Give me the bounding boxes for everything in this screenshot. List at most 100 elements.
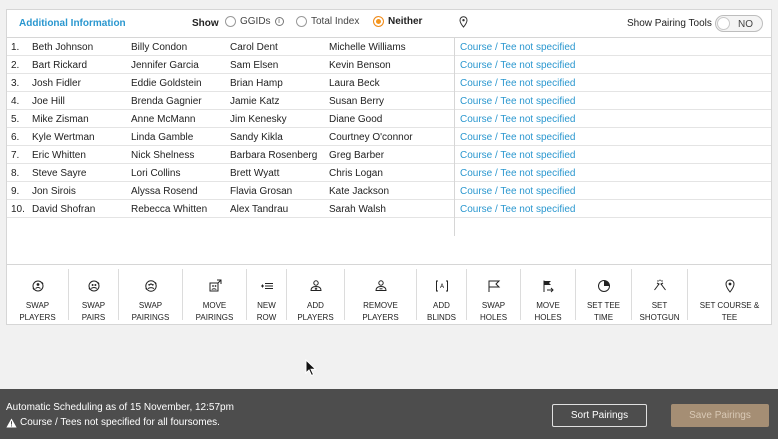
course-tee-link[interactable]: Course / Tee not specified (460, 168, 575, 179)
add-blinds-button[interactable]: A Add Blinds (417, 269, 467, 322)
tool-label-line2: Holes (479, 313, 508, 322)
radio-neither[interactable]: Neither (373, 16, 422, 27)
mouse-cursor-icon (305, 358, 317, 380)
player-name[interactable]: Brian Hamp (230, 78, 283, 89)
course-tee-link[interactable]: Course / Tee not specified (460, 150, 575, 161)
move-pairings-icon (208, 279, 222, 296)
warning-text: Course / Tees not specified for all four… (20, 417, 220, 428)
table-row[interactable]: 6. Kyle Wertman Linda Gamble Sandy Kikla Cou… (7, 128, 771, 146)
player-name[interactable]: Eddie Goldstein (131, 78, 202, 89)
player-name[interactable]: Flavia Grosan (230, 186, 292, 197)
sort-pairings-button[interactable]: Sort Pairings (552, 404, 647, 427)
player-name[interactable]: Brett Wyatt (230, 168, 279, 179)
save-pairings-button[interactable]: Save Pairings (671, 404, 769, 427)
table-row[interactable]: 1. Beth Johnson Billy Condon Carol Dent Mich… (7, 38, 771, 56)
player-name[interactable]: Beth Johnson (32, 42, 93, 53)
table-row[interactable]: 4. Joe Hill Brenda Gagnier Jamie Katz Susan … (7, 92, 771, 110)
player-name[interactable]: Courtney O'connor (329, 132, 413, 143)
remove-players-button[interactable]: Remove Players (345, 269, 417, 322)
player-name[interactable]: Kevin Benson (329, 60, 391, 71)
info-icon[interactable]: i (274, 17, 284, 26)
course-tee-link[interactable]: Course / Tee not specified (460, 96, 575, 107)
set-tee-time-button[interactable]: Set Tee Time (576, 269, 632, 322)
player-name[interactable]: Jim Kenesky (230, 114, 287, 125)
player-name[interactable]: Jon Sirois (32, 186, 76, 197)
player-name[interactable]: Laura Beck (329, 78, 380, 89)
player-name[interactable]: Rebecca Whitten (131, 204, 207, 215)
table-row[interactable]: 9. Jon Sirois Alyssa Rosend Flavia Grosan Ka… (7, 182, 771, 200)
move-pairings-button[interactable]: Move Pairings (183, 269, 247, 322)
set-course-tee-button[interactable]: Set Course & Tee (688, 269, 771, 322)
player-name[interactable]: Carol Dent (230, 42, 278, 53)
player-name[interactable]: Chris Logan (329, 168, 383, 179)
swap-pairings-button[interactable]: Swap Pairings (119, 269, 183, 322)
set-shotgun-button[interactable]: Set Shotgun (632, 269, 688, 322)
course-tee-link[interactable]: Course / Tee not specified (460, 132, 575, 143)
toggle-knob[interactable] (717, 17, 730, 30)
course-tee-link[interactable]: Course / Tee not specified (460, 60, 575, 71)
player-name[interactable]: Sarah Walsh (329, 204, 386, 215)
player-name[interactable]: Linda Gamble (131, 132, 193, 143)
table-row[interactable]: 10. David Shofran Rebecca Whitten Alex Tand… (7, 200, 771, 218)
pairing-tools-toggle[interactable]: NO (715, 15, 763, 32)
tool-label-line2: Players (297, 313, 334, 322)
table-row[interactable]: 2. Bart Rickard Jennifer Garcia Sam Elsen Ke… (7, 56, 771, 74)
player-name[interactable]: Jennifer Garcia (131, 60, 199, 71)
player-name[interactable]: Alyssa Rosend (131, 186, 198, 197)
swap-holes-button[interactable]: Swap Holes (467, 269, 521, 322)
tool-label-line1: Set Course & (699, 301, 760, 310)
player-name[interactable]: Eric Whitten (32, 150, 86, 161)
svg-text:A: A (439, 283, 444, 290)
player-name[interactable]: Joe Hill (32, 96, 65, 107)
radio-circle-selected[interactable] (373, 16, 384, 27)
player-name[interactable]: Brenda Gagnier (131, 96, 202, 107)
radio-ggids[interactable]: GGIDs i (225, 16, 284, 27)
player-name[interactable]: Diane Good (329, 114, 382, 125)
player-name[interactable]: Nick Shelness (131, 150, 194, 161)
player-name[interactable]: Jamie Katz (230, 96, 279, 107)
radio-circle[interactable] (225, 16, 236, 27)
table-row[interactable]: 3. Josh Fidler Eddie Goldstein Brian Hamp La… (7, 74, 771, 92)
warning-icon (6, 418, 17, 427)
new-row-button[interactable]: New Row (247, 269, 287, 322)
player-name[interactable]: Kate Jackson (329, 186, 389, 197)
player-name[interactable]: Susan Berry (329, 96, 384, 107)
row-number: 4. (11, 96, 20, 107)
player-name[interactable]: Mike Zisman (32, 114, 89, 125)
shotgun-icon (653, 279, 667, 296)
player-name[interactable]: Kyle Wertman (32, 132, 95, 143)
move-holes-button[interactable]: Move Holes (521, 269, 576, 322)
player-name[interactable]: Alex Tandrau (230, 204, 288, 215)
tool-label-line1: Move (202, 301, 227, 310)
player-name[interactable]: Josh Fidler (32, 78, 81, 89)
player-name[interactable]: Lori Collins (131, 168, 180, 179)
player-name[interactable]: Michelle Williams (329, 42, 406, 53)
player-name[interactable]: Sandy Kikla (230, 132, 283, 143)
player-name[interactable]: David Shofran (32, 204, 95, 215)
player-name[interactable]: Bart Rickard (32, 60, 87, 71)
player-name[interactable]: Steve Sayre (32, 168, 86, 179)
radio-total-index[interactable]: Total Index (296, 16, 359, 27)
player-name[interactable]: Barbara Rosenberg (230, 150, 317, 161)
course-tee-link[interactable]: Course / Tee not specified (460, 42, 575, 53)
table-row[interactable]: 5. Mike Zisman Anne McMann Jim Kenesky Diane… (7, 110, 771, 128)
swap-pairs-button[interactable]: Swap Pairs (69, 269, 119, 322)
clock-icon (597, 279, 611, 296)
swap-players-button[interactable]: Swap Players (7, 269, 69, 322)
course-tee-link[interactable]: Course / Tee not specified (460, 186, 575, 197)
swap-pairings-icon (144, 279, 158, 296)
table-row[interactable]: 7. Eric Whitten Nick Shelness Barbara Rosen… (7, 146, 771, 164)
add-players-button[interactable]: Add Players (287, 269, 345, 322)
course-tee-link[interactable]: Course / Tee not specified (460, 204, 575, 215)
player-name[interactable]: Sam Elsen (230, 60, 278, 71)
table-row[interactable]: 8. Steve Sayre Lori Collins Brett Wyatt Chri… (7, 164, 771, 182)
course-tee-link[interactable]: Course / Tee not specified (460, 114, 575, 125)
player-name[interactable]: Billy Condon (131, 42, 187, 53)
radio-ggids-label: GGIDs (240, 16, 271, 27)
player-name[interactable]: Anne McMann (131, 114, 195, 125)
tool-label-line2: Time (593, 313, 614, 322)
radio-circle[interactable] (296, 16, 307, 27)
tool-label: Add Players (297, 300, 333, 324)
course-tee-link[interactable]: Course / Tee not specified (460, 78, 575, 89)
player-name[interactable]: Greg Barber (329, 150, 384, 161)
